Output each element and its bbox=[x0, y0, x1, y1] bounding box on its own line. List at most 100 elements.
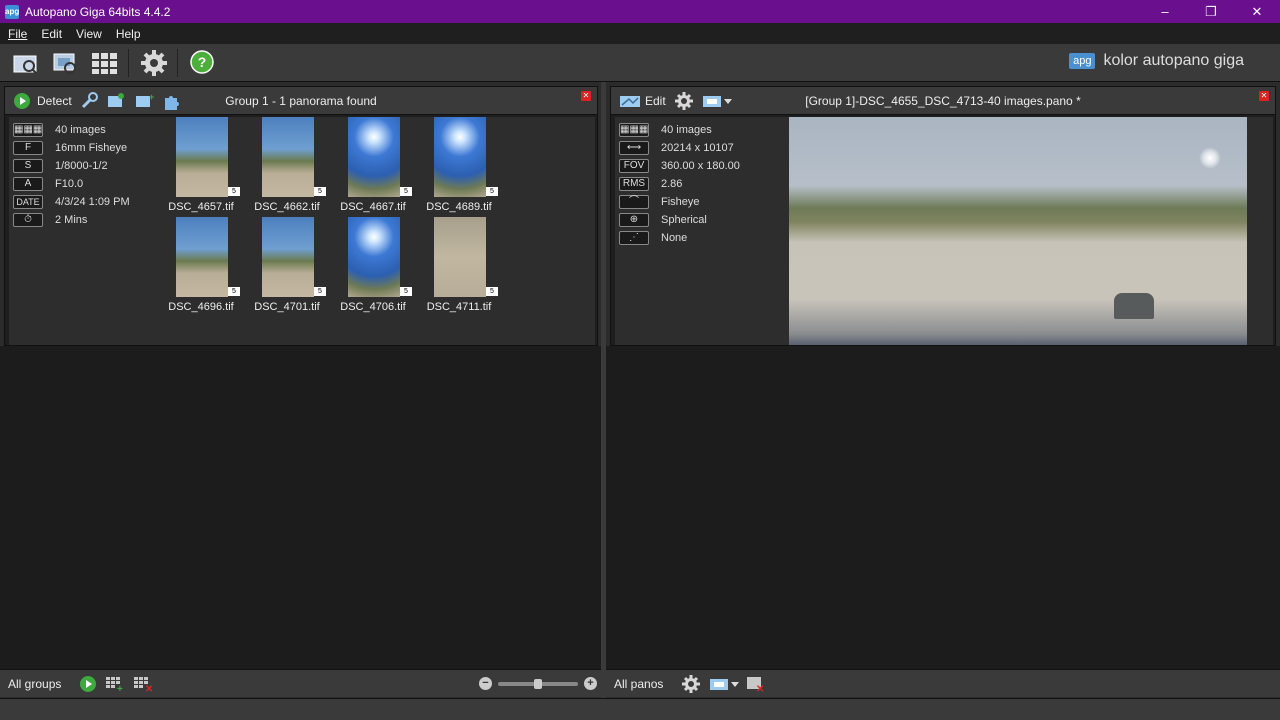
brand-text: kolor autopano giga bbox=[1103, 52, 1244, 69]
minimize-button[interactable]: – bbox=[1142, 0, 1188, 23]
info-value: 2 Mins bbox=[55, 214, 88, 226]
thumbnail[interactable]: 5 DSC_4689.tif bbox=[419, 117, 499, 217]
render-dropdown-icon[interactable] bbox=[709, 676, 740, 692]
projection-icon: ⊕ bbox=[619, 213, 649, 227]
pano-panel: Edit [Group 1]-DSC_4655_DSC_4713-40 imag… bbox=[610, 86, 1276, 346]
stack-badge: 5 bbox=[400, 187, 412, 196]
pano-panel-header: Edit [Group 1]-DSC_4655_DSC_4713-40 imag… bbox=[611, 87, 1275, 115]
zoom-slider[interactable] bbox=[498, 678, 578, 689]
thumbnail-image bbox=[434, 217, 486, 297]
menu-edit[interactable]: Edit bbox=[41, 27, 62, 41]
thumbnail-name: DSC_4706.tif bbox=[340, 301, 406, 313]
thumbnail-image bbox=[262, 217, 314, 297]
remove-group-icon[interactable]: ✕ bbox=[133, 675, 153, 693]
open-folder-icon[interactable] bbox=[10, 48, 40, 78]
info-row-fov: FOV 360.00 x 180.00 bbox=[619, 157, 761, 175]
svg-text:✕: ✕ bbox=[756, 684, 764, 693]
stack-badge: 5 bbox=[486, 287, 498, 296]
date-badge: DATE bbox=[13, 195, 43, 209]
help-icon[interactable]: ? bbox=[188, 48, 218, 78]
info-value: 20214 x 10107 bbox=[661, 142, 734, 154]
all-panos-label[interactable]: All panos bbox=[614, 677, 663, 691]
remove-pano-icon[interactable]: ✕ bbox=[745, 675, 765, 693]
apg-logo: apg bbox=[1069, 53, 1096, 69]
puzzle-icon[interactable] bbox=[162, 92, 182, 110]
pano-settings-gear-icon[interactable] bbox=[674, 91, 694, 111]
edit-button[interactable]: Edit bbox=[645, 94, 666, 108]
thumbnail-name: DSC_4701.tif bbox=[254, 301, 320, 313]
grid-icon[interactable] bbox=[90, 48, 120, 78]
svg-text:✕: ✕ bbox=[145, 684, 153, 693]
close-window-button[interactable]: ✕ bbox=[1234, 0, 1280, 23]
thumbnail[interactable]: 5 DSC_4711.tif bbox=[419, 217, 499, 317]
stack-badge: 5 bbox=[486, 187, 498, 196]
zoom-slider-thumb[interactable] bbox=[534, 678, 542, 689]
zoom-in-button[interactable]: + bbox=[584, 677, 597, 690]
add-image-icon[interactable]: + bbox=[134, 92, 154, 110]
close-panel-button[interactable]: ✕ bbox=[1259, 91, 1269, 101]
thumbnail-image bbox=[348, 117, 400, 197]
stack-badge: 5 bbox=[400, 287, 412, 296]
menu-file[interactable]: File bbox=[8, 27, 27, 41]
groups-bottom-bar: All groups + ✕ − + bbox=[0, 669, 601, 697]
detect-button[interactable]: Detect bbox=[37, 94, 72, 108]
thumbnail-name: DSC_4696.tif bbox=[168, 301, 234, 313]
info-row-date: DATE 4/3/24 1:09 PM bbox=[13, 193, 155, 211]
info-row-size: ⟷ 20214 x 10107 bbox=[619, 139, 761, 157]
thumbnail-image bbox=[176, 217, 228, 297]
images-grid-icon: ▦▦▦ bbox=[619, 123, 649, 137]
thumbnail[interactable]: 5 DSC_4696.tif bbox=[161, 217, 241, 317]
brand-logo: apg kolor autopano giga bbox=[1069, 52, 1244, 70]
lens-icon: ⌒ bbox=[619, 195, 649, 209]
images-grid-icon: ▦▦▦ bbox=[13, 123, 43, 137]
thumbnail-name: DSC_4667.tif bbox=[340, 201, 406, 213]
panos-bottom-bar: All panos ✕ bbox=[606, 669, 1280, 697]
info-row-images: ▦▦▦ 40 images bbox=[619, 121, 761, 139]
thumbnail[interactable]: 5 DSC_4701.tif bbox=[247, 217, 327, 317]
thumbnail-name: DSC_4711.tif bbox=[426, 301, 492, 313]
info-value: 360.00 x 180.00 bbox=[661, 160, 740, 172]
info-value: 1/8000-1/2 bbox=[55, 160, 108, 172]
settings-gear-icon[interactable] bbox=[139, 48, 169, 78]
info-value: None bbox=[661, 232, 688, 244]
thumbnail-image bbox=[434, 117, 486, 197]
panorama-preview-image[interactable] bbox=[789, 117, 1247, 345]
svg-text:?: ? bbox=[198, 54, 207, 70]
window-title: Autopano Giga 64bits 4.4.2 bbox=[25, 4, 171, 19]
info-value: 16mm Fisheye bbox=[55, 142, 128, 154]
groups-panel-header: Detect + Group 1 - 1 panorama found ✕ bbox=[5, 87, 597, 115]
info-value: Spherical bbox=[661, 214, 707, 226]
thumbnail[interactable]: 5 DSC_4706.tif bbox=[333, 217, 413, 317]
info-value: 40 images bbox=[55, 124, 106, 136]
restore-button[interactable]: ❐ bbox=[1188, 0, 1234, 23]
menu-help[interactable]: Help bbox=[116, 27, 141, 41]
render-dropdown-icon[interactable] bbox=[702, 93, 732, 109]
pano-settings-gear-icon[interactable] bbox=[681, 674, 701, 694]
info-value: 4/3/24 1:09 PM bbox=[55, 196, 130, 208]
zoom-out-button[interactable]: − bbox=[479, 677, 492, 690]
add-group-icon[interactable]: + bbox=[105, 675, 125, 693]
thumbnail[interactable]: 5 DSC_4657.tif bbox=[161, 117, 241, 217]
info-row-projection: ⊕ Spherical bbox=[619, 211, 761, 229]
svg-text:+: + bbox=[117, 684, 123, 693]
app-icon: apg bbox=[5, 4, 19, 19]
edit-pano-icon[interactable] bbox=[619, 93, 641, 109]
detect-all-play-icon[interactable] bbox=[79, 675, 97, 693]
rms-badge: RMS bbox=[619, 177, 649, 191]
import-images-icon[interactable] bbox=[50, 48, 80, 78]
menu-view[interactable]: View bbox=[76, 27, 102, 41]
info-value: F10.0 bbox=[55, 178, 84, 190]
thumbnail[interactable]: 5 DSC_4662.tif bbox=[247, 117, 327, 217]
close-panel-button[interactable]: ✕ bbox=[581, 91, 591, 101]
menu-bar: File Edit View Help bbox=[0, 23, 1280, 44]
detect-play-icon[interactable] bbox=[13, 92, 31, 110]
pano-info-column: ▦▦▦ 40 images ⟷ 20214 x 10107 FOV 360.00 x … bbox=[615, 117, 761, 345]
edit-image-icon[interactable] bbox=[106, 92, 126, 110]
all-groups-label[interactable]: All groups bbox=[8, 677, 61, 691]
panos-empty-area bbox=[606, 346, 1280, 669]
tripod-shadow bbox=[1114, 293, 1154, 319]
thumbnail-image bbox=[176, 117, 228, 197]
thumbnail[interactable]: 5 DSC_4667.tif bbox=[333, 117, 413, 217]
stack-badge: 5 bbox=[228, 287, 240, 296]
wrench-icon[interactable] bbox=[80, 91, 98, 110]
